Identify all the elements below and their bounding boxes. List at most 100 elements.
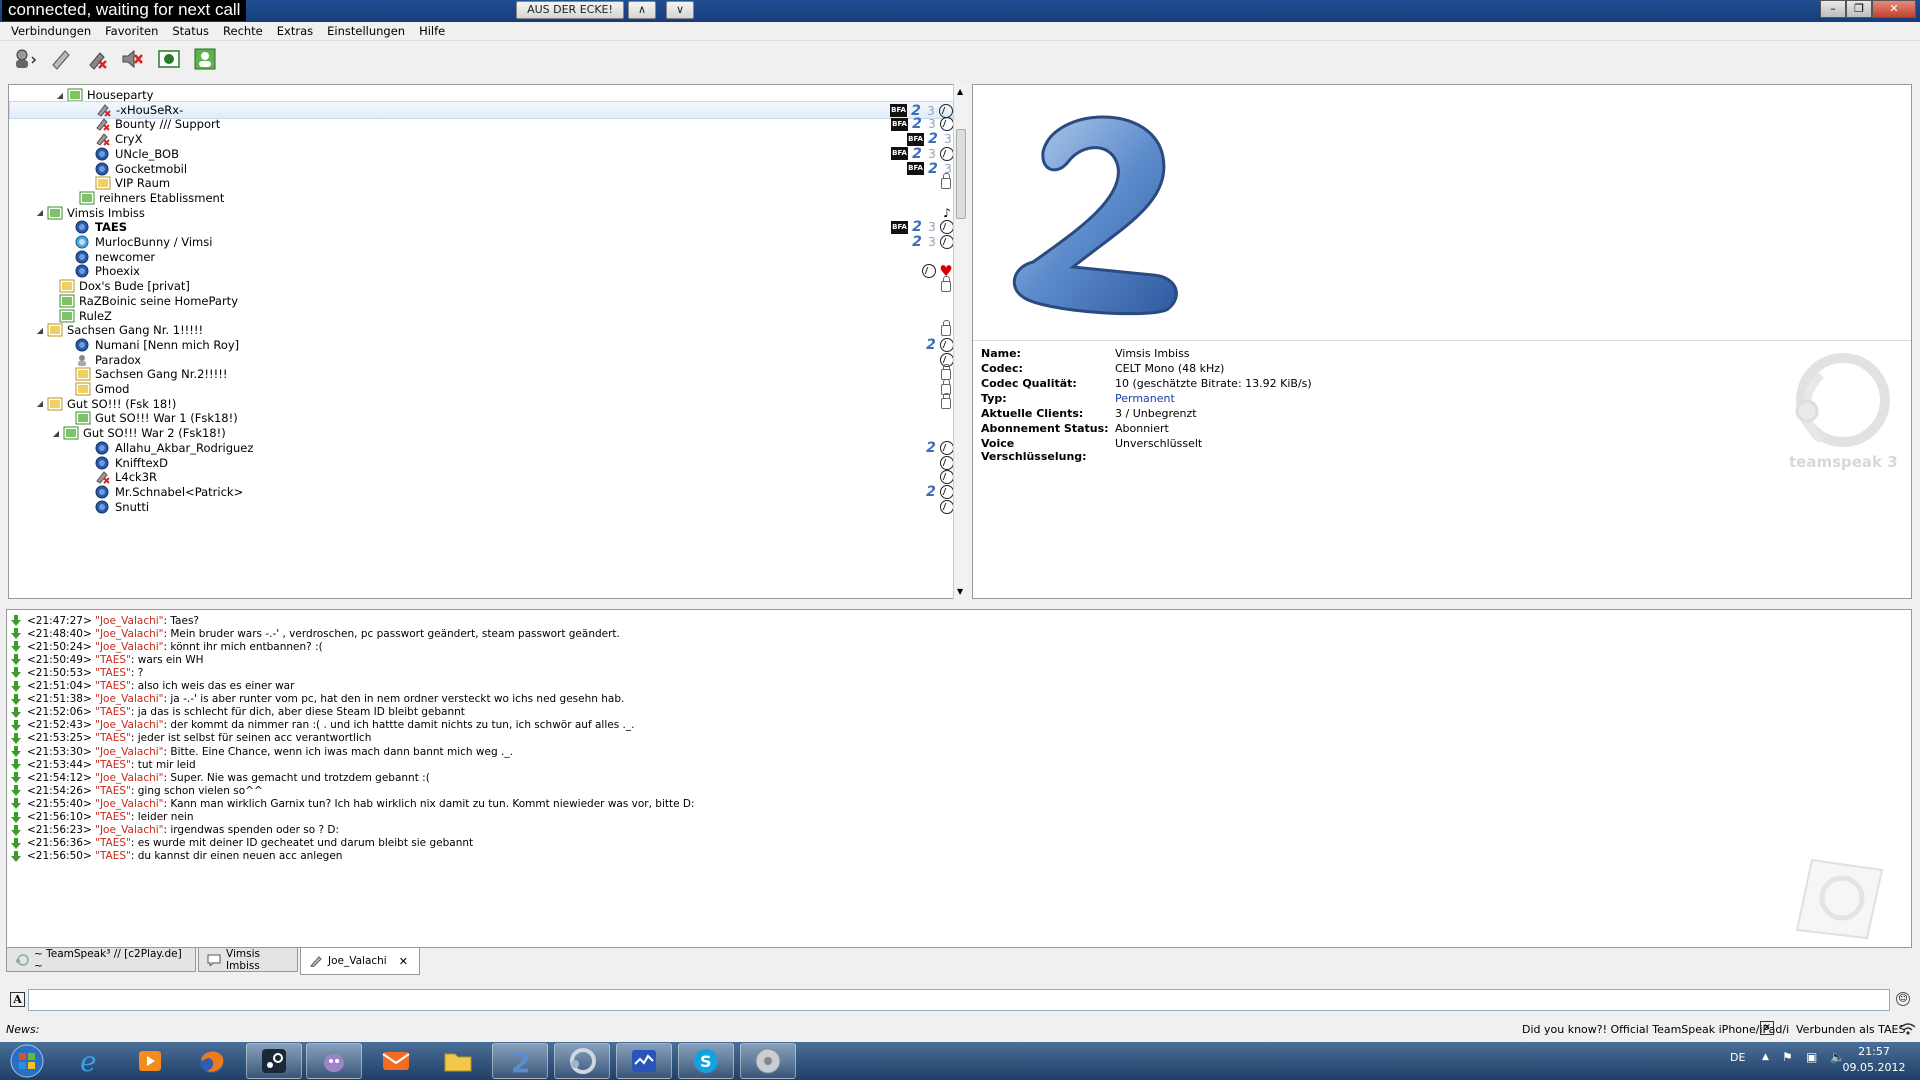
expand-arrow-icon[interactable]: ◢ xyxy=(51,429,61,438)
taskbar-explorer[interactable] xyxy=(430,1043,486,1079)
chat-sender[interactable]: "Joe_Valachi" xyxy=(95,772,163,784)
clock-date[interactable]: 09.05.2012 xyxy=(1836,1061,1912,1074)
chat-sender[interactable]: "Joe_Valachi" xyxy=(95,628,163,640)
chat-time: <21:53:25> xyxy=(27,732,92,745)
chat-sender[interactable]: "TAES" xyxy=(95,850,131,862)
scroll-down-arrow-icon[interactable]: ▼ xyxy=(957,587,963,596)
taskbar-teamspeak-2[interactable]: 2 xyxy=(492,1043,548,1079)
chat-time: <21:52:06> xyxy=(27,706,92,719)
chat-time: <21:51:38> xyxy=(27,693,92,706)
chat-log[interactable]: <21:47:27> "Joe_Valachi": Taes? <21:48:40… xyxy=(6,609,1912,948)
chat-sender[interactable]: "Joe_Valachi" xyxy=(95,641,163,653)
language-indicator[interactable]: DE xyxy=(1730,1051,1745,1064)
chat-sender[interactable]: "Joe_Valachi" xyxy=(95,719,163,731)
signal-icon xyxy=(1900,1023,1916,1035)
chat-time: <21:56:50> xyxy=(27,850,92,863)
menu-extras[interactable]: Extras xyxy=(270,24,320,38)
menu-rechte[interactable]: Rechte xyxy=(216,24,270,38)
maximize-icon[interactable]: ❐ xyxy=(1846,0,1872,18)
minimize-icon[interactable]: – xyxy=(1820,0,1846,18)
emoticon-icon[interactable]: ☺ xyxy=(1896,992,1910,1006)
channel-tree[interactable]: ◢ Houseparty -xHouSeRx- BFA 2 3 Bounty /// Sup… xyxy=(8,84,968,599)
connect-icon[interactable] xyxy=(12,46,38,72)
chat-sender[interactable]: "Joe_Valachi" xyxy=(95,798,163,810)
menu-hilfe[interactable]: Hilfe xyxy=(412,24,452,38)
taskbar-skype[interactable]: S xyxy=(678,1043,734,1079)
scroll-up-arrow-icon[interactable]: ▲ xyxy=(957,87,963,96)
text-format-icon[interactable]: A xyxy=(10,992,25,1007)
away-icon[interactable] xyxy=(156,46,182,72)
skype-icon: S xyxy=(694,1049,718,1073)
action-center-flag-icon[interactable]: ⚑ xyxy=(1782,1050,1793,1064)
clock-time[interactable]: 21:57 xyxy=(1846,1045,1902,1058)
close-icon[interactable]: ✕ xyxy=(1872,0,1916,18)
chat-sender[interactable]: "TAES" xyxy=(95,759,131,771)
taskbar-mail[interactable] xyxy=(368,1043,424,1079)
taskbar-firefox[interactable] xyxy=(184,1043,240,1079)
info-value: Unverschlüsselt xyxy=(1115,437,1203,450)
info-row: Name: Vimsis Imbiss xyxy=(981,347,1190,362)
scroll-up-button[interactable]: ∧ xyxy=(628,1,656,19)
chat-sender[interactable]: "TAES" xyxy=(95,680,131,692)
tray-expand-icon[interactable]: ▲ xyxy=(1762,1052,1769,1062)
taskbar-monitor[interactable] xyxy=(616,1043,672,1079)
info-value: Vimsis Imbiss xyxy=(1115,347,1190,360)
taskbar-disc[interactable] xyxy=(740,1043,796,1079)
close-tab-icon[interactable]: ✕ xyxy=(399,955,408,968)
chat-sender[interactable]: "Joe_Valachi" xyxy=(95,615,163,627)
scroll-thumb[interactable] xyxy=(956,129,966,219)
chat-sender[interactable]: "TAES" xyxy=(95,667,131,679)
chat-text: : Bitte. Eine Chance, wenn ich iwas mach… xyxy=(163,745,513,758)
mute-speaker-icon[interactable] xyxy=(120,46,146,72)
taskbar-media[interactable] xyxy=(122,1043,178,1079)
input-row: A ☺ xyxy=(6,987,1914,1013)
chat-text: : ja das is schlecht für dich, aber dies… xyxy=(130,706,465,719)
expand-arrow-icon[interactable]: ◢ xyxy=(55,91,65,100)
chat-text: : Mein bruder wars -.-' , verdroschen, p… xyxy=(163,627,620,640)
chat-sender[interactable]: "Joe_Valachi" xyxy=(95,693,163,705)
taskbar-ie[interactable]: e xyxy=(62,1043,118,1079)
taskbar-teamspeak[interactable] xyxy=(554,1043,610,1079)
tree-client[interactable]: Snutti xyxy=(9,498,954,516)
expand-arrow-icon[interactable]: ◢ xyxy=(35,326,45,335)
expand-arrow-icon[interactable]: ◢ xyxy=(35,399,45,408)
menu-einstellungen[interactable]: Einstellungen xyxy=(320,24,412,38)
chat-message: <21:52:43> "Joe_Valachi": der kommt da n… xyxy=(11,719,634,732)
chat-sender[interactable]: "TAES" xyxy=(95,732,131,744)
close-news-icon[interactable]: ✕ xyxy=(1760,1021,1774,1035)
chat-time: <21:56:36> xyxy=(27,837,92,850)
chat-watermark-icon xyxy=(1795,858,1884,940)
taskbar-pidgin[interactable] xyxy=(306,1043,362,1079)
tree-scrollbar[interactable]: ▲ ▼ xyxy=(953,84,968,599)
chat-sender[interactable]: "Joe_Valachi" xyxy=(95,746,163,758)
taskbar-steam[interactable] xyxy=(246,1043,302,1079)
chat-sender[interactable]: "TAES" xyxy=(95,785,131,797)
channel-icon-image xyxy=(1012,115,1178,316)
identity-icon[interactable] xyxy=(192,46,218,72)
chat-sender[interactable]: "Joe_Valachi" xyxy=(95,824,163,836)
chat-message: <21:56:10> "TAES": leider nein xyxy=(11,811,194,824)
incoming-arrow-icon xyxy=(11,811,21,823)
menu-favoriten[interactable]: Favoriten xyxy=(98,24,165,38)
chat-tab[interactable]: Vimsis Imbiss xyxy=(198,948,298,972)
scroll-down-button[interactable]: ∨ xyxy=(666,1,694,19)
chat-tab[interactable]: ~ TeamSpeak³ // [c2Play.de] ~ xyxy=(6,948,196,972)
expand-arrow-icon[interactable]: ◢ xyxy=(35,208,45,217)
start-button[interactable] xyxy=(2,1043,52,1079)
chat-message: <21:51:04> "TAES": also ich weis das es … xyxy=(11,680,294,693)
lock-icon xyxy=(941,393,951,410)
chat-sender[interactable]: "TAES" xyxy=(95,706,131,718)
chat-sender[interactable]: "TAES" xyxy=(95,811,131,823)
chat-sender[interactable]: "TAES" xyxy=(95,654,131,666)
bfa-badge-icon: BFA xyxy=(907,162,924,175)
menu-verbindungen[interactable]: Verbindungen xyxy=(4,24,98,38)
aus-der-ecke-button[interactable]: AUS DER ECKE! xyxy=(516,1,624,19)
menu-status[interactable]: Status xyxy=(165,24,216,38)
chat-sender[interactable]: "TAES" xyxy=(95,837,131,849)
mute-microphone-icon[interactable] xyxy=(84,46,110,72)
chat-tab[interactable]: Joe_Valachi ✕ xyxy=(300,948,420,975)
chat-time: <21:52:43> xyxy=(27,719,92,732)
network-icon[interactable]: ▣ xyxy=(1806,1050,1817,1064)
bookmark-icon[interactable] xyxy=(48,46,74,72)
chat-input[interactable] xyxy=(28,989,1890,1011)
